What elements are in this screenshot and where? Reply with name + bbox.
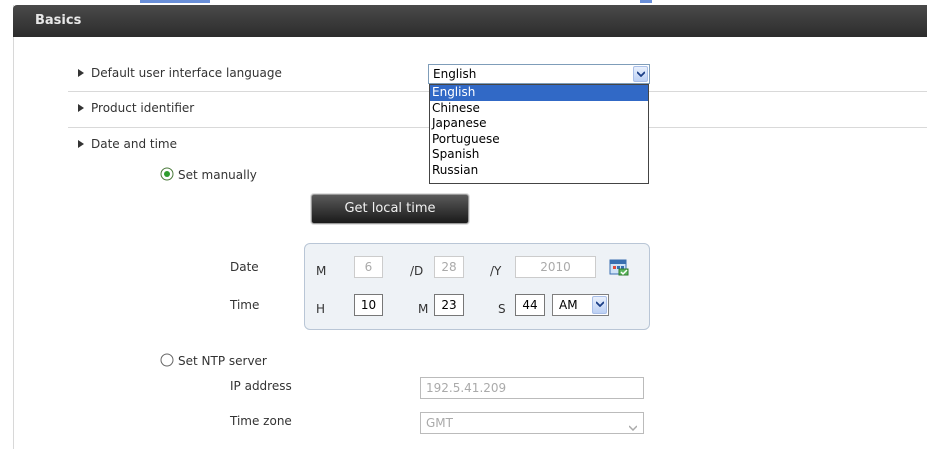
time-label: Time	[230, 298, 260, 312]
language-dropdown-button[interactable]	[633, 66, 648, 82]
language-row: Default user interface language	[76, 66, 282, 80]
time-zone-value: GMT	[426, 416, 453, 430]
minute-prefix: M	[418, 302, 429, 316]
language-option[interactable]: Russian	[430, 163, 648, 179]
month-prefix: M	[316, 264, 327, 278]
hour-input[interactable]: 10	[354, 294, 383, 316]
year-input[interactable]: 2010	[515, 256, 596, 278]
second-input[interactable]: 44	[515, 294, 545, 316]
day-prefix: /D	[410, 264, 424, 278]
section-title: Basics	[35, 13, 82, 28]
language-option[interactable]: Portuguese	[430, 132, 648, 148]
ampm-value: AM	[559, 298, 578, 312]
second-prefix: S	[498, 302, 506, 316]
chevron-right-icon	[78, 104, 84, 112]
ampm-select[interactable]: AM	[552, 294, 609, 316]
chevron-down-icon	[596, 301, 604, 307]
language-label: Default user interface language	[91, 66, 282, 80]
calendar-icon[interactable]	[609, 257, 629, 277]
language-option[interactable]: Japanese	[430, 116, 648, 132]
product-identifier-row: Product identifier	[76, 101, 194, 115]
time-zone-label: Time zone	[230, 414, 292, 428]
language-option[interactable]: Spanish	[430, 147, 648, 163]
time-zone-select[interactable]: GMT	[420, 412, 644, 434]
ip-address-label: IP address	[230, 379, 292, 393]
month-input[interactable]: 6	[354, 256, 383, 278]
set-manually-radio[interactable]	[160, 167, 174, 181]
chevron-right-icon	[78, 140, 84, 148]
date-time-label: Date and time	[91, 137, 177, 151]
minute-input[interactable]: 23	[434, 294, 464, 316]
date-time-row: Date and time	[76, 137, 177, 151]
language-option[interactable]: English	[430, 85, 648, 101]
day-input[interactable]: 28	[434, 256, 464, 278]
year-prefix: /Y	[490, 264, 502, 278]
ampm-dropdown-button[interactable]	[592, 296, 607, 314]
section-header: Basics	[13, 5, 927, 37]
date-label: Date	[230, 260, 259, 274]
get-local-time-button[interactable]: Get local time	[311, 194, 469, 224]
chevron-down-icon	[628, 420, 638, 434]
hour-prefix: H	[316, 302, 326, 316]
chevron-right-icon	[78, 69, 84, 77]
chevron-down-icon	[637, 71, 645, 77]
language-dropdown-list: English Chinese Japanese Portuguese Span…	[429, 84, 649, 184]
language-select[interactable]: English	[428, 64, 650, 84]
ip-address-input[interactable]: 192.5.41.209	[420, 377, 644, 399]
set-ntp-label: Set NTP server	[178, 354, 267, 368]
product-identifier-label: Product identifier	[91, 101, 195, 115]
set-ntp-radio[interactable]	[160, 353, 174, 367]
set-manually-label: Set manually	[178, 168, 257, 182]
language-option[interactable]: Chinese	[430, 101, 648, 117]
language-select-value: English	[433, 67, 477, 81]
